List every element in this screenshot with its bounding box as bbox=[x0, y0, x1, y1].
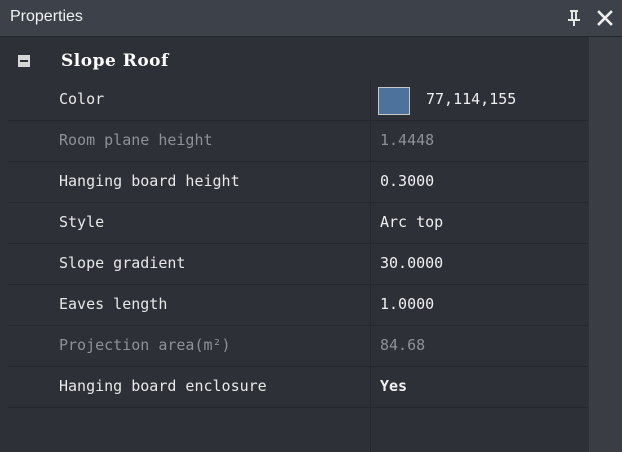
property-row-hanging-board-height[interactable]: Hanging board height 0.3000 bbox=[8, 162, 588, 203]
property-name: Color bbox=[59, 90, 105, 108]
pin-icon[interactable] bbox=[565, 8, 583, 28]
column-divider bbox=[370, 244, 371, 284]
property-value[interactable]: 77,114,155 bbox=[426, 90, 516, 108]
property-value[interactable]: 1.0000 bbox=[380, 295, 434, 313]
property-value: 84.68 bbox=[380, 336, 426, 354]
property-row-room-plane-height: Room plane height 1.4448 bbox=[8, 121, 588, 162]
property-row-color[interactable]: Color 77,114,155 bbox=[8, 80, 588, 121]
property-name: Hanging board height bbox=[59, 172, 240, 190]
property-grid: Slope Roof Color 77,114,155 Room plane h… bbox=[8, 43, 588, 452]
property-name: Slope gradient bbox=[59, 254, 186, 272]
property-row-slope-gradient[interactable]: Slope gradient 30.0000 bbox=[8, 244, 588, 285]
panel-title: Properties bbox=[10, 8, 83, 25]
property-name: Room plane height bbox=[59, 131, 213, 149]
property-rows: Color 77,114,155 Room plane height 1.444… bbox=[8, 80, 588, 452]
properties-panel: Properties Slope Roof Color 77,114,155 R… bbox=[0, 0, 622, 452]
property-name: Style bbox=[59, 213, 105, 231]
column-divider bbox=[370, 80, 371, 120]
column-divider bbox=[370, 162, 371, 202]
collapse-minus-icon[interactable] bbox=[18, 55, 30, 67]
property-name: Eaves length bbox=[59, 295, 168, 313]
category-row-slope-roof[interactable]: Slope Roof bbox=[8, 43, 588, 80]
property-value: 1.4448 bbox=[380, 131, 435, 149]
column-divider bbox=[370, 408, 371, 452]
empty-row bbox=[8, 408, 588, 452]
property-value[interactable]: Arc top bbox=[380, 213, 443, 231]
property-row-hanging-board-enclosure[interactable]: Hanging board enclosure Yes bbox=[8, 367, 588, 408]
property-name: Hanging board enclosure bbox=[59, 377, 267, 395]
property-value[interactable]: Yes bbox=[380, 377, 407, 395]
column-divider bbox=[370, 326, 371, 366]
property-value[interactable]: 0.3000 bbox=[380, 172, 434, 190]
color-swatch[interactable] bbox=[378, 87, 410, 115]
panel-titlebar: Properties bbox=[0, 0, 622, 37]
vertical-scrollbar[interactable] bbox=[589, 37, 622, 452]
property-row-projection-area: Projection area(m²) 84.68 bbox=[8, 326, 588, 367]
close-icon[interactable] bbox=[595, 8, 615, 28]
column-divider bbox=[370, 121, 371, 161]
category-label: Slope Roof bbox=[61, 51, 169, 71]
property-name: Projection area(m²) bbox=[59, 336, 231, 354]
column-divider bbox=[370, 203, 371, 243]
property-row-style[interactable]: Style Arc top bbox=[8, 203, 588, 244]
property-value[interactable]: 30.0000 bbox=[380, 254, 443, 272]
property-row-eaves-length[interactable]: Eaves length 1.0000 bbox=[8, 285, 588, 326]
column-divider bbox=[370, 285, 371, 325]
column-divider bbox=[370, 367, 371, 407]
